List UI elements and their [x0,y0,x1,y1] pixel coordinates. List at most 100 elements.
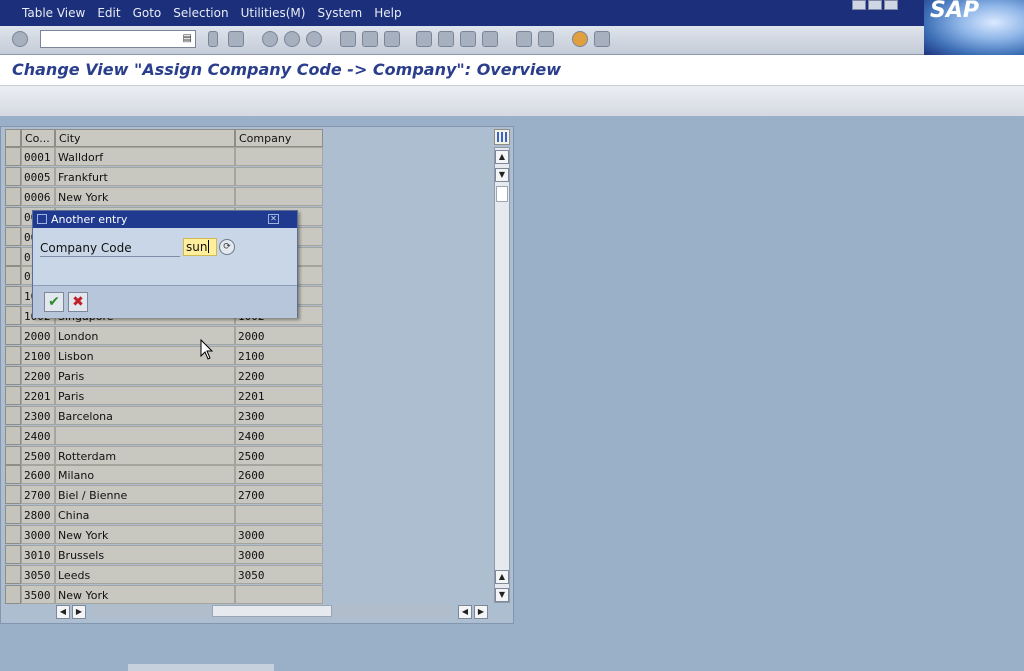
menu-item-table-view[interactable]: Table View [22,6,85,20]
row-selector[interactable] [5,445,21,465]
previous-page-icon[interactable] [438,31,454,47]
cancel-icon[interactable] [306,31,322,47]
select-all-header[interactable] [5,129,21,147]
table-settings-icon[interactable] [494,129,510,145]
scroll-right-icon[interactable]: ◀ [458,605,472,619]
cell-company[interactable]: 3000 [235,545,323,564]
page-up-icon[interactable]: ▲ [495,570,509,584]
row-selector[interactable] [5,505,21,525]
cell-company-code[interactable]: 0001 [21,147,55,166]
last-page-icon[interactable] [482,31,498,47]
command-history-icon[interactable]: ▤ [183,33,192,44]
cell-company-code[interactable]: 2000 [21,326,55,346]
row-selector[interactable] [5,405,21,425]
scroll-thumb[interactable] [496,186,508,202]
cell-city[interactable]: New York [55,186,235,206]
table-row[interactable]: 3050 Leeds 3050 [5,564,325,585]
row-selector[interactable] [5,365,21,385]
cell-city[interactable]: Rotterdam [55,445,235,465]
horizontal-scrollbar[interactable]: ◀ ▶ ◀ ▶ [56,604,492,620]
column-header-company[interactable]: Company [235,129,323,147]
row-selector[interactable] [5,246,21,266]
cell-city[interactable]: Milano [55,465,235,485]
cell-company-code[interactable]: 3500 [21,584,55,604]
cell-company[interactable] [235,505,323,525]
menu-item-edit[interactable]: Edit [97,6,120,20]
cell-company-code[interactable]: 3050 [21,564,55,584]
cell-city[interactable]: Paris [55,365,235,385]
cell-company-code[interactable]: 2800 [21,505,55,525]
row-selector[interactable] [5,226,21,246]
exit-icon[interactable] [284,31,300,47]
row-selector[interactable] [5,166,21,186]
cancel-button[interactable]: ✖ [68,292,88,312]
new-session-icon[interactable] [516,31,532,47]
window-minimize-icon[interactable] [852,0,866,10]
row-selector[interactable] [5,306,21,326]
cell-city[interactable]: Leeds [55,564,235,584]
cell-company-code[interactable]: 3010 [21,545,55,564]
find-next-icon[interactable] [384,31,400,47]
cell-city[interactable] [55,425,235,445]
cell-company[interactable]: 2400 [235,425,323,445]
menu-item-goto[interactable]: Goto [133,6,162,20]
cell-city[interactable]: New York [55,525,235,545]
row-selector[interactable] [5,147,21,166]
cell-company[interactable]: 2300 [235,405,323,425]
row-selector[interactable] [5,206,21,226]
cell-city[interactable]: Brussels [55,545,235,564]
cell-company-code[interactable]: 2300 [21,405,55,425]
next-page-icon[interactable] [460,31,476,47]
row-selector[interactable] [5,385,21,405]
table-row[interactable]: 2400 2400 [5,425,325,446]
menu-item-system[interactable]: System [317,6,362,20]
column-header-city[interactable]: City [55,129,235,147]
window-close-icon[interactable] [884,0,898,10]
row-selector[interactable] [5,465,21,485]
command-field[interactable]: ▤ [40,30,196,48]
cell-company[interactable]: 2600 [235,465,323,485]
cell-company[interactable] [235,147,323,166]
vertical-scrollbar[interactable]: ▲ ▼ ▲ ▼ [494,147,510,603]
cell-company[interactable]: 2100 [235,346,323,365]
cell-company[interactable] [235,186,323,206]
cell-company[interactable]: 3000 [235,525,323,545]
cell-company-code[interactable]: 0006 [21,186,55,206]
check-icon[interactable] [12,31,28,47]
cell-city[interactable]: New York [55,584,235,604]
scroll-left-icon[interactable]: ▶ [72,605,86,619]
cell-city[interactable]: Walldorf [55,147,235,166]
menu-item-utilities-m[interactable]: Utilities(M) [241,6,306,20]
cell-city[interactable]: China [55,505,235,525]
cell-company[interactable]: 2500 [235,445,323,465]
row-selector[interactable] [5,186,21,206]
save-icon[interactable] [228,31,244,47]
table-row[interactable]: 2700 Biel / Bienne 2700 [5,485,325,505]
cell-company[interactable]: 2700 [235,485,323,505]
row-selector[interactable] [5,346,21,365]
scroll-down-icon[interactable]: ▼ [495,168,509,182]
shortcut-icon[interactable] [538,31,554,47]
cell-city[interactable]: Frankfurt [55,166,235,186]
window-maximize-icon[interactable] [868,0,882,10]
first-page-icon[interactable] [416,31,432,47]
cell-company[interactable]: 2200 [235,365,323,385]
company-code-input[interactable]: sun [183,238,217,256]
table-row[interactable]: 2600 Milano 2600 [5,465,325,485]
table-row[interactable]: 3010 Brussels 3000 [5,545,325,565]
cell-company-code[interactable]: 3000 [21,525,55,545]
cell-company-code[interactable]: 2400 [21,425,55,445]
table-row[interactable]: 2800 China [5,505,325,525]
table-row[interactable]: 2300 Barcelona 2300 [5,405,325,426]
cell-company-code[interactable]: 2200 [21,365,55,385]
menu-item-help[interactable]: Help [374,6,401,20]
table-row[interactable]: 3000 New York 3000 [5,525,325,545]
row-selector[interactable] [5,266,21,286]
row-selector[interactable] [5,545,21,564]
row-selector[interactable] [5,485,21,505]
find-icon[interactable] [362,31,378,47]
menu-item-selection[interactable]: Selection [173,6,228,20]
row-selector[interactable] [5,286,21,306]
cell-company-code[interactable]: 2500 [21,445,55,465]
confirm-button[interactable]: ✔ [44,292,64,312]
